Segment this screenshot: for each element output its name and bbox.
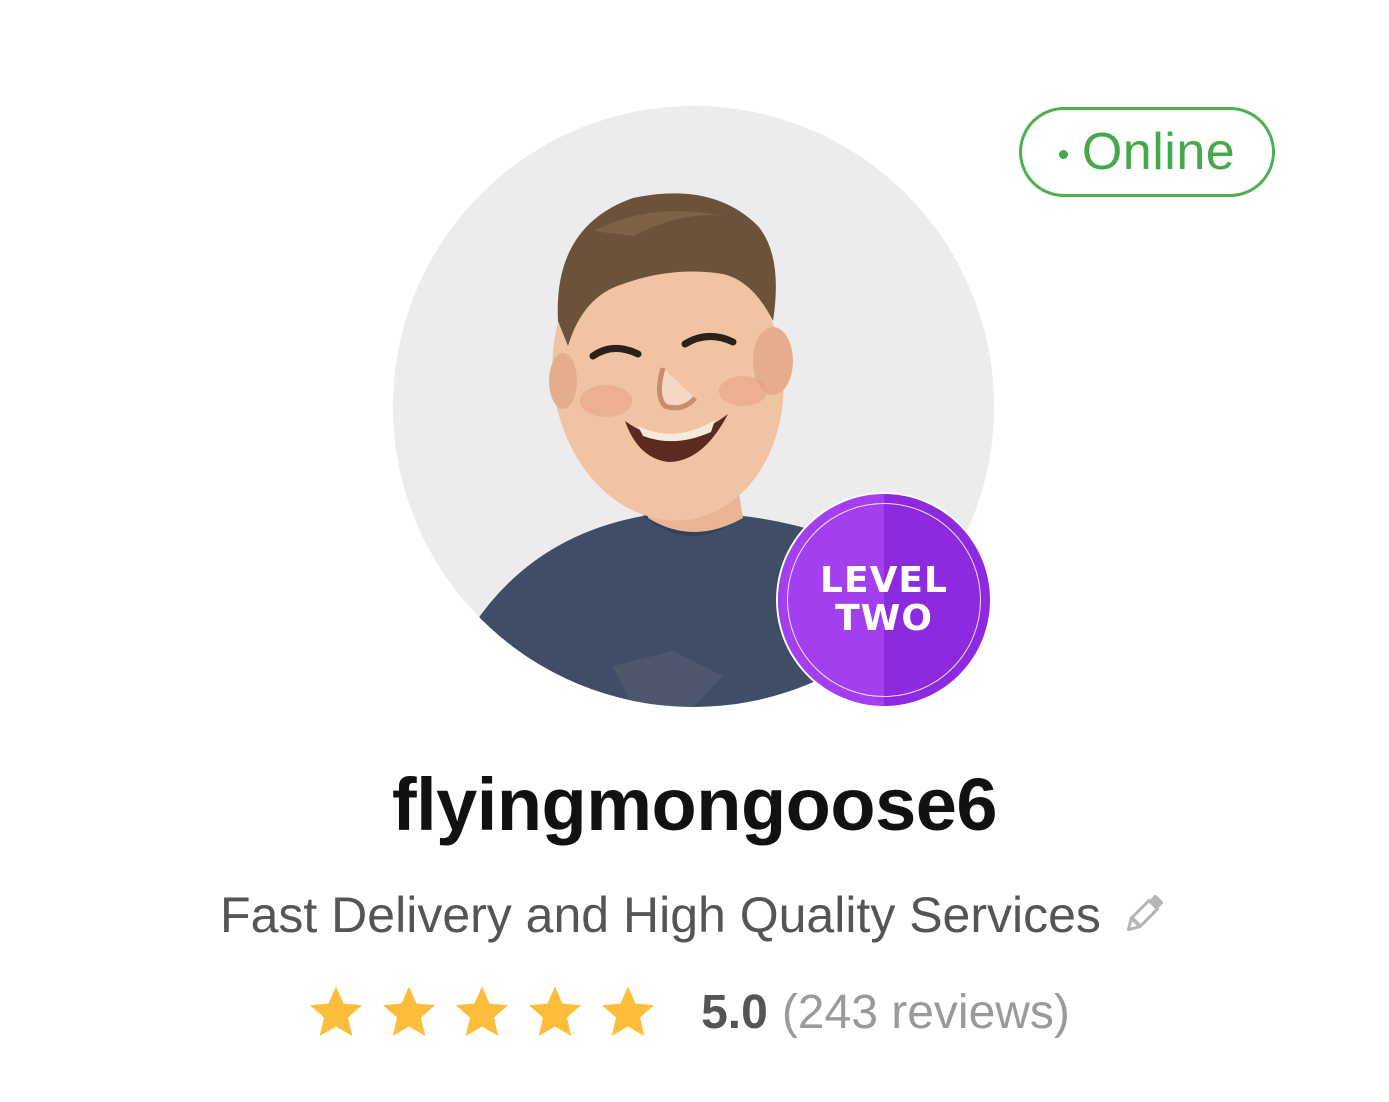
star-icon [602, 986, 655, 1036]
pencil-icon[interactable] [1119, 889, 1169, 944]
rating-row: 5.0 (243 reviews) [0, 982, 1389, 1042]
seller-tagline: Fast Delivery and High Quality Services [220, 887, 1101, 943]
username[interactable]: flyingmongoose6 [0, 762, 1389, 847]
online-status-badge: Online [1019, 107, 1275, 197]
tagline-row: Fast Delivery and High Quality Services [0, 886, 1389, 944]
rating-score: 5.0 [701, 985, 768, 1039]
level-badge-line2: TWO [835, 598, 933, 639]
level-badge-line1: LEVEL [820, 560, 948, 601]
level-two-badge: LEVEL TWO [778, 494, 990, 706]
star-rating [305, 982, 659, 1042]
star-icon [529, 986, 582, 1036]
star-icon [310, 986, 363, 1036]
status-dot-icon [1058, 149, 1068, 159]
star-icon [383, 986, 436, 1036]
star-icon [456, 986, 509, 1036]
status-label: Online [1081, 123, 1236, 181]
review-count[interactable]: (243 reviews) [782, 985, 1070, 1040]
